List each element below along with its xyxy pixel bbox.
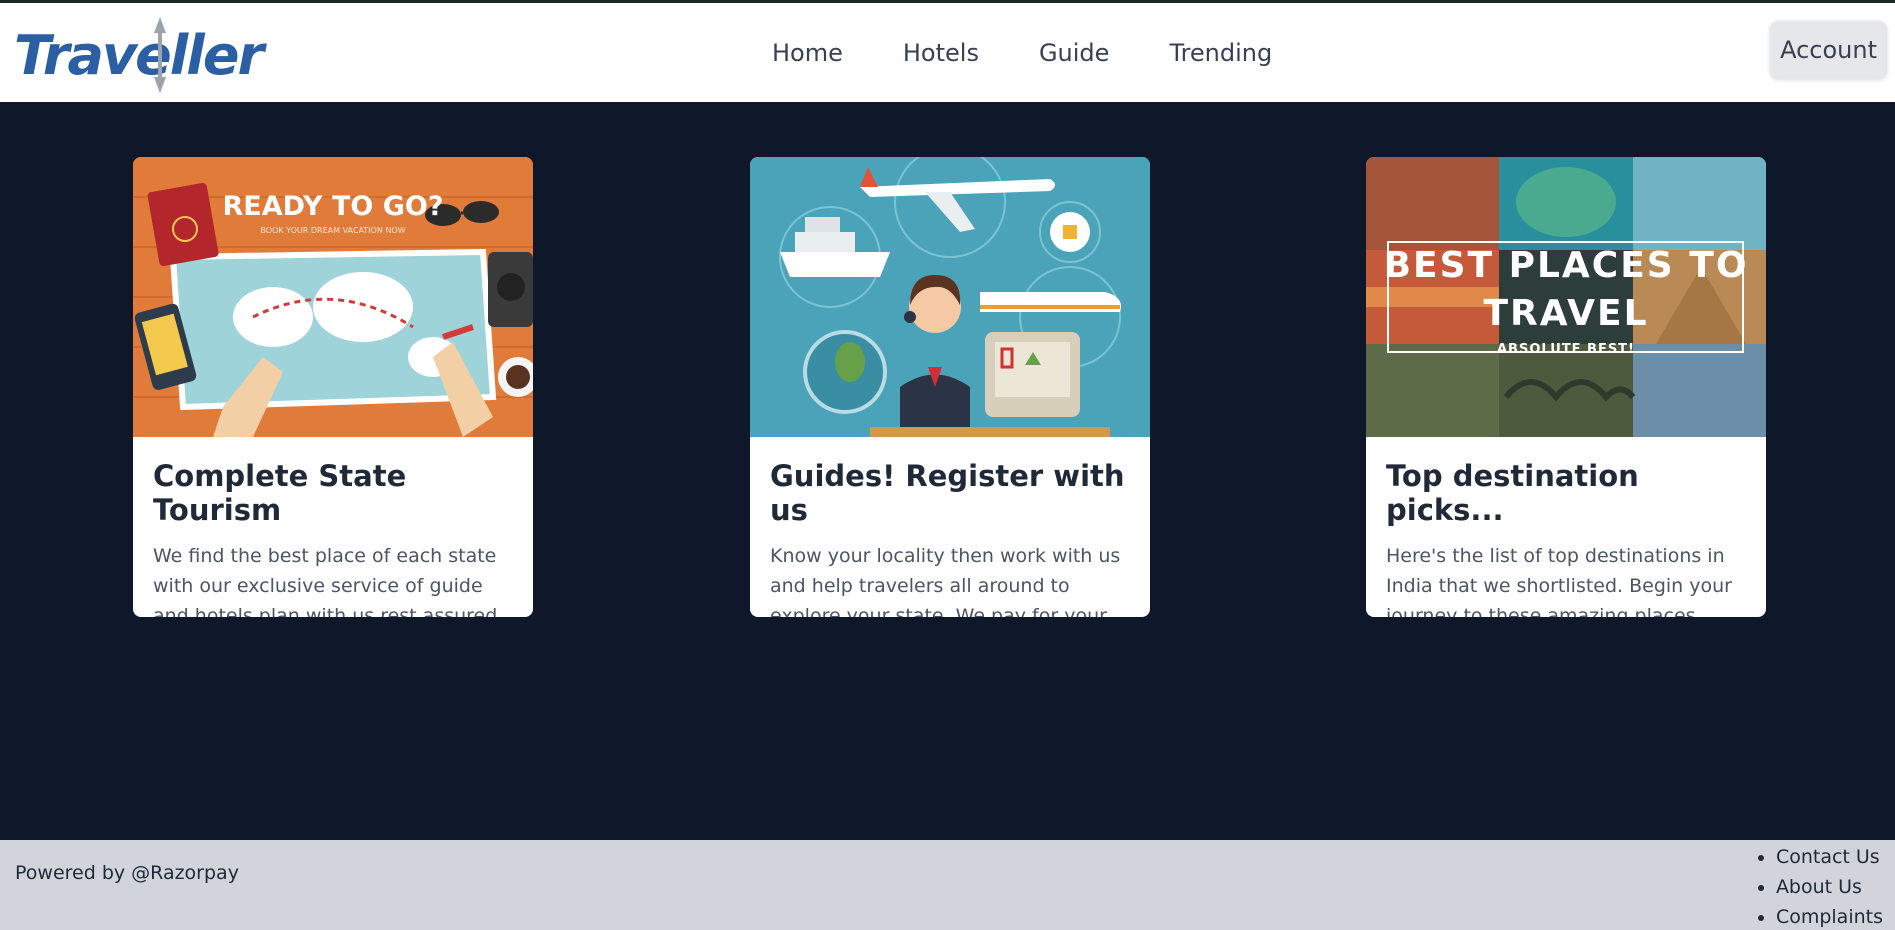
card-description: Know your locality then work with us and… bbox=[770, 545, 1121, 617]
card-image-travel-map: READY TO GO? BOOK YOUR DREAM VACATION NO… bbox=[133, 157, 533, 437]
brand-logo[interactable]: Traveller bbox=[14, 15, 264, 95]
card-image-best-places-collage: BEST PLACES TO TRAVEL ABSOLUTE BEST! bbox=[1366, 157, 1766, 437]
card-description: Here's the list of top destinations in I… bbox=[1386, 545, 1732, 617]
card-top-destinations[interactable]: BEST PLACES TO TRAVEL ABSOLUTE BEST! Top… bbox=[1366, 157, 1766, 617]
card-state-tourism[interactable]: READY TO GO? BOOK YOUR DREAM VACATION NO… bbox=[133, 157, 533, 617]
powered-by-text: Powered by @Razorpay bbox=[15, 862, 239, 884]
nav-home[interactable]: Home bbox=[772, 39, 843, 67]
nav-guide[interactable]: Guide bbox=[1039, 39, 1109, 67]
card-title: Guides! Register with us bbox=[770, 459, 1125, 527]
card-title: Complete State Tourism bbox=[153, 459, 407, 527]
img-subheading: ABSOLUTE BEST! bbox=[1497, 342, 1635, 357]
img-subheading: BOOK YOUR DREAM VACATION NOW bbox=[260, 226, 405, 235]
card-description: We find the best place of each state wit… bbox=[153, 545, 504, 617]
site-footer: Powered by @Razorpay Contact Us About Us… bbox=[0, 840, 1895, 930]
footer-link-contact[interactable]: Contact Us bbox=[1776, 842, 1883, 872]
card-title: Top destination picks... bbox=[1386, 459, 1639, 527]
card-image-guide-illustration bbox=[750, 157, 1150, 437]
img-heading-line1: BEST PLACES TO bbox=[1384, 245, 1749, 286]
img-heading: READY TO GO? bbox=[222, 191, 443, 222]
account-button[interactable]: Account bbox=[1770, 21, 1887, 79]
footer-links: Contact Us About Us Complaints bbox=[1746, 842, 1883, 930]
footer-link-complaints[interactable]: Complaints bbox=[1776, 902, 1883, 930]
logo-text: Traveller bbox=[14, 23, 264, 87]
card-guide-register[interactable]: Guides! Register with us Know your local… bbox=[750, 157, 1150, 617]
nav-hotels[interactable]: Hotels bbox=[903, 39, 979, 67]
footer-link-about[interactable]: About Us bbox=[1776, 872, 1883, 902]
logo-arrow-icon bbox=[154, 17, 166, 93]
nav-trending[interactable]: Trending bbox=[1169, 39, 1272, 67]
img-heading-line2: TRAVEL bbox=[1483, 293, 1648, 334]
site-header: Traveller Home Hotels Guide Trending Acc… bbox=[0, 3, 1895, 102]
main-nav: Home Hotels Guide Trending bbox=[772, 39, 1332, 67]
